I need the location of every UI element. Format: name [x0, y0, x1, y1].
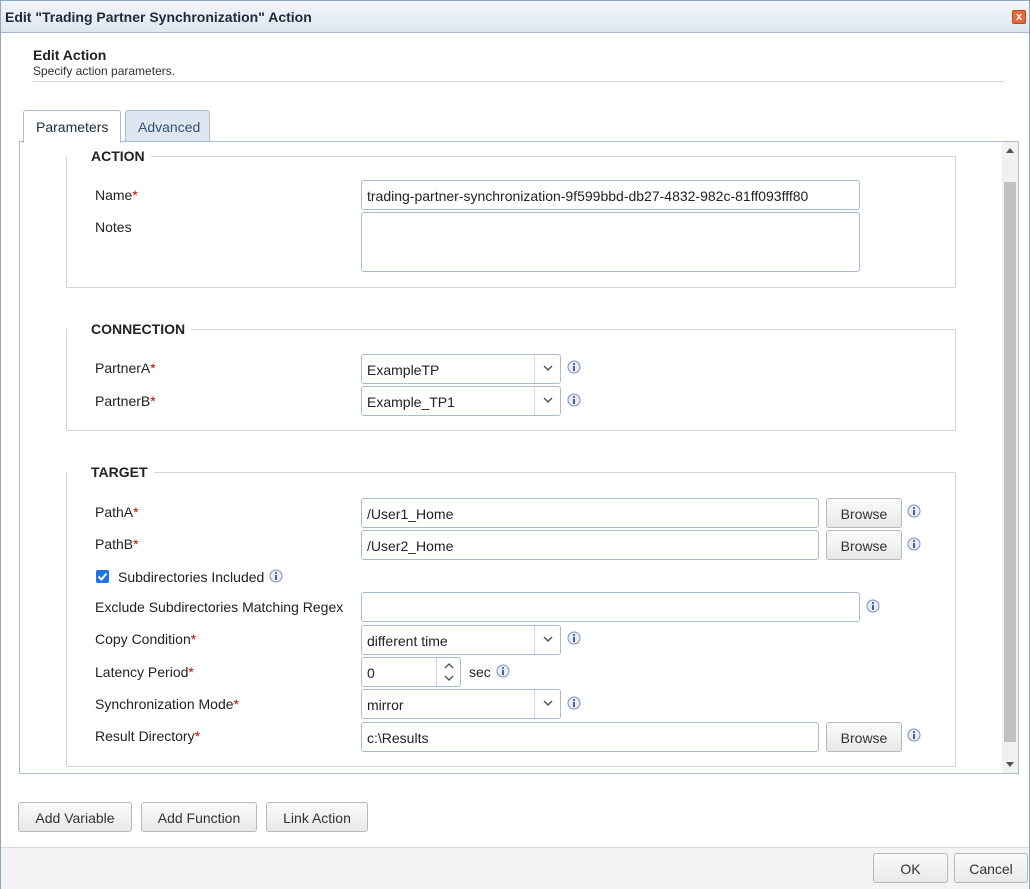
dialog-header: Edit Action Specify action parameters.: [33, 47, 1005, 82]
dialog-titlebar: Edit "Trading Partner Synchronization" A…: [1, 1, 1029, 33]
chevron-down-icon[interactable]: [534, 626, 560, 654]
add-variable-button[interactable]: Add Variable: [18, 802, 132, 832]
edit-action-dialog: Edit "Trading Partner Synchronization" A…: [0, 0, 1030, 889]
info-icon[interactable]: [907, 728, 921, 742]
info-icon[interactable]: [866, 599, 880, 613]
info-icon[interactable]: [496, 664, 510, 678]
result-directory-field[interactable]: c:\Results: [361, 722, 819, 752]
sync-mode-label: Synchronization Mode*: [95, 696, 239, 712]
dialog-footer: OK Cancel: [1, 847, 1029, 889]
subdirectories-label: Subdirectories Included: [118, 569, 265, 585]
header-title: Edit Action: [33, 47, 107, 63]
chevron-down-icon[interactable]: [444, 675, 454, 681]
dialog-title: Edit "Trading Partner Synchronization" A…: [5, 9, 312, 25]
browse-result-directory-button[interactable]: Browse: [826, 722, 902, 752]
tab-parameters[interactable]: Parameters: [23, 110, 121, 143]
chevron-down-icon[interactable]: [534, 355, 560, 383]
section-action-title: ACTION: [91, 148, 145, 164]
header-subtitle: Specify action parameters.: [33, 64, 176, 78]
partner-a-select[interactable]: ExampleTP: [361, 354, 561, 384]
add-function-button[interactable]: Add Function: [141, 802, 257, 832]
info-icon[interactable]: [567, 696, 581, 710]
cancel-button[interactable]: Cancel: [954, 853, 1028, 883]
exclude-regex-field[interactable]: [361, 592, 860, 622]
latency-value: 0: [367, 665, 375, 681]
notes-field[interactable]: [361, 212, 860, 272]
latency-field[interactable]: 0: [361, 657, 461, 687]
name-field[interactable]: trading-partner-synchronization-9f599bbd…: [361, 180, 860, 210]
browse-path-a-button[interactable]: Browse: [826, 498, 902, 528]
scrollbar-thumb[interactable]: [1004, 182, 1016, 742]
path-a-label: PathA*: [95, 504, 139, 520]
section-target-title: TARGET: [91, 464, 148, 480]
section-connection-title: CONNECTION: [91, 321, 186, 337]
copy-condition-value: different time: [367, 633, 448, 649]
partner-a-label: PartnerA*: [95, 360, 156, 376]
info-icon[interactable]: [907, 537, 921, 551]
result-directory-label: Result Directory*: [95, 728, 201, 744]
tab-advanced[interactable]: Advanced: [125, 110, 210, 142]
info-icon[interactable]: [907, 504, 921, 518]
partner-b-value: Example_TP1: [367, 394, 455, 410]
partner-a-value: ExampleTP: [367, 362, 440, 378]
link-action-button[interactable]: Link Action: [266, 802, 368, 832]
chevron-down-icon[interactable]: [534, 387, 560, 415]
latency-label: Latency Period*: [95, 664, 194, 680]
check-icon: [97, 572, 108, 581]
sync-mode-value: mirror: [367, 697, 404, 713]
path-a-field[interactable]: /User1_Home: [361, 498, 819, 528]
info-icon[interactable]: [567, 393, 581, 407]
info-icon[interactable]: [269, 569, 283, 583]
scroll-down-icon[interactable]: [1006, 762, 1014, 767]
parameters-panel: ACTION Name* trading-partner-synchroniza…: [19, 141, 1019, 774]
scroll-up-icon[interactable]: [1006, 148, 1014, 153]
ok-button[interactable]: OK: [873, 853, 948, 883]
partner-b-select[interactable]: Example_TP1: [361, 386, 561, 416]
close-icon[interactable]: x: [1012, 10, 1026, 24]
partner-b-label: PartnerB*: [95, 393, 156, 409]
path-b-label: PathB*: [95, 536, 139, 552]
copy-condition-label: Copy Condition*: [95, 631, 197, 647]
sync-mode-select[interactable]: mirror: [361, 689, 561, 719]
chevron-up-icon[interactable]: [444, 663, 454, 669]
info-icon[interactable]: [567, 360, 581, 374]
notes-label: Notes: [95, 219, 132, 235]
name-label: Name*: [95, 187, 138, 203]
exclude-regex-label: Exclude Subdirectories Matching Regex: [95, 599, 344, 615]
latency-unit: sec: [469, 664, 491, 680]
copy-condition-select[interactable]: different time: [361, 625, 561, 655]
subdirectories-checkbox[interactable]: [96, 570, 109, 583]
latency-spinner[interactable]: [436, 658, 460, 686]
info-icon[interactable]: [567, 631, 581, 645]
panel-scrollbar[interactable]: [1002, 142, 1018, 773]
browse-path-b-button[interactable]: Browse: [826, 530, 902, 560]
path-b-field[interactable]: /User2_Home: [361, 530, 819, 560]
chevron-down-icon[interactable]: [534, 690, 560, 718]
